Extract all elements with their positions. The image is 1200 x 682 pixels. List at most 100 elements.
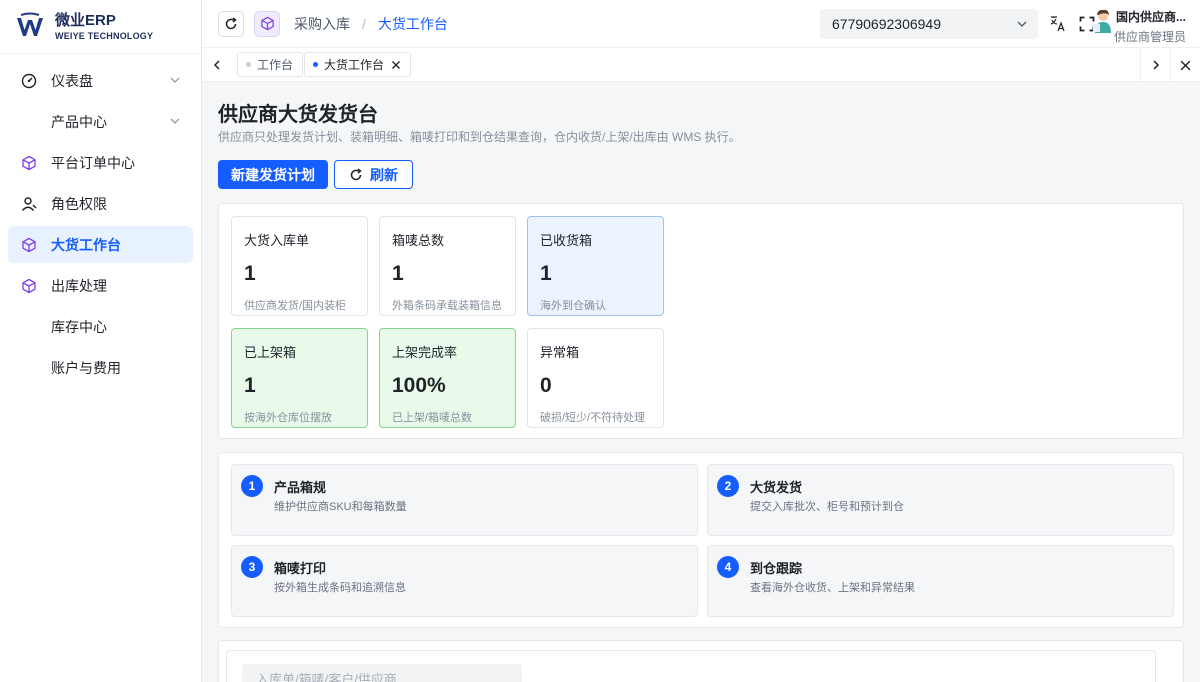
brand-subtitle: WEIYE TECHNOLOGY xyxy=(55,31,154,41)
stat-label: 大货入库单 xyxy=(244,233,310,248)
stat-value: 1 xyxy=(540,262,552,285)
tab-workbench[interactable]: 工作台 xyxy=(237,52,304,77)
sidebar-item-billing[interactable]: 账户与费用 xyxy=(8,349,193,386)
sidebar-item-outbound[interactable]: 出库处理 xyxy=(8,267,193,304)
step-title: 到仓跟踪 xyxy=(750,561,803,576)
sidebar-item-label: 平台订单中心 xyxy=(51,154,135,171)
module-button[interactable] xyxy=(254,10,280,37)
sidebar-item-products[interactable]: 产品中心 xyxy=(8,103,193,140)
sidebar-item-label: 账户与费用 xyxy=(51,359,121,376)
new-shipment-plan-button[interactable]: 新建发货计划 xyxy=(218,160,328,189)
chevron-down-icon xyxy=(170,77,180,83)
breadcrumb: 采购入库 / 大货工作台 xyxy=(294,14,448,34)
reload-icon xyxy=(225,16,237,29)
step-number: 3 xyxy=(241,556,263,578)
sidebar-item-dashboard[interactable]: 仪表盘 xyxy=(8,62,193,99)
stat-card-total-cartons: 箱唛总数 1 外箱条码承载装箱信息 xyxy=(379,216,516,316)
refresh-button[interactable]: 刷新 xyxy=(334,160,413,189)
step-card-bulk-shipping[interactable]: 2 大货发货 提交入库批次、柜号和预计到仓 xyxy=(707,464,1174,536)
sidebar-item-label: 库存中心 xyxy=(51,318,107,335)
dashboard-icon xyxy=(20,72,37,89)
search-input[interactable] xyxy=(242,664,522,682)
stat-note: 供应商发货/国内装柜 xyxy=(244,300,347,312)
step-description: 维护供应商SKU和每箱数量 xyxy=(274,501,407,513)
sidebar-item-platform-orders[interactable]: 平台订单中心 xyxy=(8,144,193,181)
user-icon xyxy=(20,195,37,212)
breadcrumb-separator: / xyxy=(362,15,366,32)
tab-status-dot xyxy=(246,62,251,67)
step-number: 4 xyxy=(717,556,739,578)
breadcrumb-current: 大货工作台 xyxy=(377,15,448,32)
stat-value: 100% xyxy=(392,374,446,397)
step-description: 按外箱生成条码和追溯信息 xyxy=(274,582,406,594)
tab-label: 大货工作台 xyxy=(324,58,385,72)
tabs-close-all-button[interactable] xyxy=(1170,48,1200,82)
tabs-scroll-left-button[interactable] xyxy=(202,48,232,82)
page-description: 供应商只处理发货计划、装箱明细、箱唛打印和到仓结果查询，仓内收货/上架/出库由 … xyxy=(218,130,741,144)
step-number: 1 xyxy=(241,475,263,497)
tabs-scroll-right-button[interactable] xyxy=(1140,48,1170,82)
stat-label: 已收货箱 xyxy=(540,233,593,248)
sidebar-item-label: 仪表盘 xyxy=(51,72,93,89)
sidebar-item-bulk-workbench[interactable]: 大货工作台 xyxy=(8,226,193,263)
translate-icon xyxy=(1050,16,1065,32)
avatar xyxy=(1092,9,1111,33)
main-content: 供应商大货发货台 供应商只处理发货计划、装箱明细、箱唛打印和到仓结果查询，仓内收… xyxy=(202,83,1200,682)
stat-card-received-cartons: 已收货箱 1 海外到仓确认 xyxy=(527,216,664,316)
sidebar-item-label: 大货工作台 xyxy=(51,236,121,253)
stat-label: 上架完成率 xyxy=(392,345,458,360)
stat-card-shelved-cartons: 已上架箱 1 按海外仓库位摆放 xyxy=(231,328,368,428)
workflow-steps-panel: 1 产品箱规 维护供应商SKU和每箱数量 2 大货发货 提交入库批次、柜号和预计… xyxy=(218,452,1184,628)
breadcrumb-item[interactable]: 采购入库 xyxy=(294,14,350,34)
stat-note: 外箱条码承载装箱信息 xyxy=(392,300,502,312)
step-title: 产品箱规 xyxy=(274,480,327,495)
step-title: 大货发货 xyxy=(750,480,803,495)
user-menu[interactable]: 国内供应商... 供应商管理员 xyxy=(1092,8,1186,45)
step-card-label-printing[interactable]: 3 箱唛打印 按外箱生成条码和追溯信息 xyxy=(231,545,698,617)
tab-bulk-workbench[interactable]: 大货工作台 xyxy=(304,52,412,77)
sidebar: 微业ERP WEIYE TECHNOLOGY 仪表盘 产品中心 平台订单中心 角… xyxy=(0,0,202,682)
stat-value: 0 xyxy=(540,374,552,397)
tabs-bar: 工作台 大货工作台 xyxy=(202,48,1200,82)
stat-note: 已上架/箱唛总数 xyxy=(392,412,473,424)
reload-button[interactable] xyxy=(218,10,244,37)
cube-icon xyxy=(260,16,274,31)
sidebar-item-label: 产品中心 xyxy=(51,113,107,130)
chevron-right-icon xyxy=(1152,60,1159,70)
stat-card-exception-cartons: 异常箱 0 破损/短少/不符待处理 xyxy=(527,328,664,428)
stat-note: 海外到仓确认 xyxy=(540,300,606,312)
brand[interactable]: 微业ERP WEIYE TECHNOLOGY xyxy=(0,0,201,54)
sidebar-item-label: 出库处理 xyxy=(51,277,107,294)
stat-value: 1 xyxy=(392,262,404,285)
close-icon[interactable] xyxy=(391,60,401,70)
brand-name: 微业ERP xyxy=(55,12,116,29)
cube-icon xyxy=(20,236,37,253)
translate-button[interactable] xyxy=(1048,14,1068,34)
stat-label: 异常箱 xyxy=(540,345,580,360)
tab-label: 工作台 xyxy=(257,58,294,72)
close-icon xyxy=(1180,60,1191,70)
user-name: 国内供应商... xyxy=(1115,10,1186,24)
sidebar-item-label: 角色权限 xyxy=(51,195,107,212)
chevron-down-icon xyxy=(1017,21,1027,27)
step-card-arrival-tracking[interactable]: 4 到仓跟踪 查看海外仓收货、上架和异常结果 xyxy=(707,545,1174,617)
stat-value: 1 xyxy=(244,262,256,285)
tab-status-dot xyxy=(313,62,318,67)
top-header: 采购入库 / 大货工作台 67790692306949 国内供应商... 供应商… xyxy=(202,0,1200,48)
account-select[interactable]: 67790692306949 xyxy=(820,9,1038,39)
cube-icon xyxy=(20,154,37,171)
step-title: 箱唛打印 xyxy=(274,561,327,576)
chevron-down-icon xyxy=(170,118,180,124)
sidebar-item-inventory[interactable]: 库存中心 xyxy=(8,308,193,345)
stat-card-inbound-orders: 大货入库单 1 供应商发货/国内装柜 xyxy=(231,216,368,316)
step-card-product-spec[interactable]: 1 产品箱规 维护供应商SKU和每箱数量 xyxy=(231,464,698,536)
page-title: 供应商大货发货台 xyxy=(218,104,378,126)
step-description: 提交入库批次、柜号和预计到仓 xyxy=(750,501,904,513)
sidebar-item-roles[interactable]: 角色权限 xyxy=(8,185,193,222)
stat-label: 已上架箱 xyxy=(244,345,297,360)
user-role: 供应商管理员 xyxy=(1113,30,1186,44)
refresh-button-label: 刷新 xyxy=(370,166,398,183)
stat-label: 箱唛总数 xyxy=(392,233,445,248)
stat-value: 1 xyxy=(244,374,256,397)
stat-note: 按海外仓库位摆放 xyxy=(244,412,332,424)
